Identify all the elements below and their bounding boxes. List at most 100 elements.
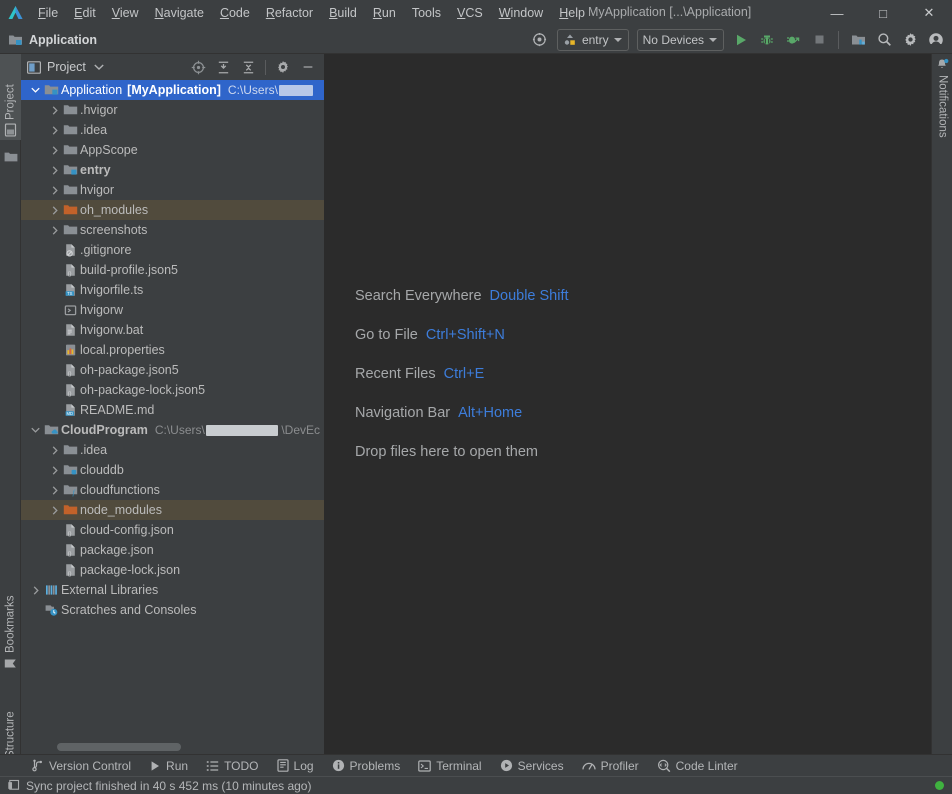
sidebar-item-project[interactable]: Project [0,54,21,140]
menu-navigate[interactable]: Navigate [147,3,212,23]
run-button[interactable] [729,29,753,51]
stop-button[interactable] [807,29,831,51]
close-button[interactable]: ✕ [906,0,952,26]
menu-build[interactable]: Build [321,3,365,23]
chevron-right-icon[interactable] [48,505,61,515]
minimize-button[interactable]: — [814,0,860,26]
chevron-right-icon[interactable] [48,165,61,175]
hide-icon[interactable] [296,56,320,78]
chevron-down-icon[interactable] [29,87,42,93]
menu-bar[interactable]: FFileile Edit View Navigate Code Refacto… [30,3,593,23]
tree-row[interactable]: .gitignore [21,240,324,260]
menu-vcs[interactable]: VCS [449,3,491,23]
tool-window-button-problems[interactable]: Problems [323,757,410,775]
tree-row[interactable]: clouddb [21,460,324,480]
left-tool-strip: Project Bookmarks Structure [0,54,21,774]
tree-row[interactable]: node_modules [21,500,324,520]
project-structure-icon[interactable] [528,29,552,51]
editor-hint-shortcut[interactable]: Alt+Home [458,405,522,421]
tree-row[interactable]: MD README.md [21,400,324,420]
menu-tools[interactable]: Tools [404,3,449,23]
scrollbar-thumb[interactable] [57,743,181,751]
editor-hint-shortcut[interactable]: Double Shift [490,288,569,304]
chevron-right-icon[interactable] [48,465,61,475]
gear-icon[interactable] [898,29,922,51]
tree-row[interactable]: f cloudfunctions [21,480,324,500]
attach-debugger-button[interactable] [781,29,805,51]
tree-row[interactable]: TS hvigorfile.ts [21,280,324,300]
maximize-button[interactable]: □ [860,0,906,26]
tree-row[interactable]: {} oh-package.json5 [21,360,324,380]
tree-row[interactable]: .idea [21,440,324,460]
tree-row[interactable]: entry [21,160,324,180]
chevron-down-icon[interactable] [94,64,104,70]
menu-run[interactable]: Run [365,3,404,23]
select-opened-file-icon[interactable] [186,56,210,78]
account-avatar-icon[interactable] [924,29,948,51]
tree-row[interactable]: Scratches and Consoles [21,600,324,620]
sidebar-item-notifications[interactable]: Notifications [932,54,952,174]
chevron-right-icon[interactable] [48,125,61,135]
tool-window-button-log[interactable]: Log [268,757,323,775]
tool-window-button-services[interactable]: Services [491,757,573,775]
menu-help[interactable]: Help [551,3,593,23]
chevron-down-icon[interactable] [29,427,42,433]
tree-row[interactable]: hvigor [21,180,324,200]
right-tool-strip: Notifications [931,54,952,754]
chevron-right-icon[interactable] [48,485,61,495]
tree-row[interactable]: screenshots [21,220,324,240]
folder-icon[interactable] [0,144,21,170]
chevron-right-icon[interactable] [29,585,42,595]
tree-row[interactable]: hvigorw [21,300,324,320]
tree-row[interactable]: AppScope [21,140,324,160]
run-configuration-selector[interactable]: entry [556,28,629,51]
device-manager-icon[interactable] [846,29,870,51]
tree-row[interactable]: .hvigor [21,100,324,120]
tool-window-button-version-control[interactable]: Version Control [22,757,140,775]
chevron-right-icon[interactable] [48,145,61,155]
editor-hint-shortcut[interactable]: Ctrl+Shift+N [426,327,505,343]
device-selector[interactable]: No Devices [636,28,724,51]
project-tree[interactable]: Application [MyApplication] C:\Users\ .hvig… [21,80,324,738]
tool-window-button-terminal[interactable]: Terminal [409,757,490,775]
gear-icon[interactable] [271,56,295,78]
chevron-right-icon[interactable] [48,445,61,455]
menu-view[interactable]: View [104,3,147,23]
chevron-right-icon[interactable] [48,205,61,215]
tree-row[interactable]: hvigorw.bat [21,320,324,340]
expand-all-icon[interactable] [211,56,235,78]
ready-green-dot[interactable] [935,781,944,790]
debug-button[interactable] [755,29,779,51]
tree-row[interactable]: {} build-profile.json5 [21,260,324,280]
sidebar-item-bookmarks[interactable]: Bookmarks [0,568,21,674]
event-log-icon[interactable] [7,779,20,792]
editor-hint-shortcut[interactable]: Ctrl+E [444,366,485,382]
menu-file[interactable]: FFileile [30,3,66,23]
chevron-right-icon[interactable] [48,105,61,115]
tree-row[interactable]: Application [MyApplication] C:\Users\ [21,80,324,100]
tree-row[interactable]: oh_modules [21,200,324,220]
tree-row[interactable]: {} cloud-config.json [21,520,324,540]
tree-row[interactable]: {} oh-package-lock.json5 [21,380,324,400]
tree-row[interactable]: local.properties [21,340,324,360]
tool-window-button-todo[interactable]: TODO [197,757,267,775]
tree-row[interactable]: CloudProgram C:\Users\ \DevEc [21,420,324,440]
collapse-all-icon[interactable] [236,56,260,78]
chevron-right-icon[interactable] [48,225,61,235]
tool-window-button-run[interactable]: Run [140,757,197,775]
tree-row-label: oh-package-lock.json5 [80,383,206,397]
tree-row[interactable]: .idea [21,120,324,140]
search-icon[interactable] [872,29,896,51]
tree-row[interactable]: {} package-lock.json [21,560,324,580]
project-tree-hscrollbar[interactable] [21,738,324,754]
menu-window[interactable]: Window [491,3,551,23]
tree-row[interactable]: {} package.json [21,540,324,560]
tool-window-button-profiler[interactable]: Profiler [573,757,648,775]
breadcrumb[interactable]: Application [0,33,97,47]
tree-row[interactable]: External Libraries [21,580,324,600]
menu-code[interactable]: Code [212,3,258,23]
menu-edit[interactable]: Edit [66,3,104,23]
tool-window-button-code-linter[interactable]: Code Linter [648,757,747,775]
chevron-right-icon[interactable] [48,185,61,195]
menu-refactor[interactable]: Refactor [258,3,321,23]
